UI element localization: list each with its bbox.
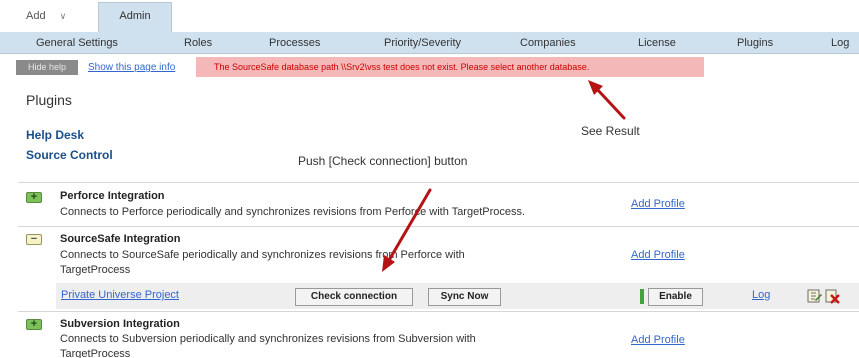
arrow-to-error-icon xyxy=(588,80,626,120)
annotation-arrows xyxy=(382,80,626,272)
arrow-to-check-connection-icon xyxy=(382,188,432,272)
